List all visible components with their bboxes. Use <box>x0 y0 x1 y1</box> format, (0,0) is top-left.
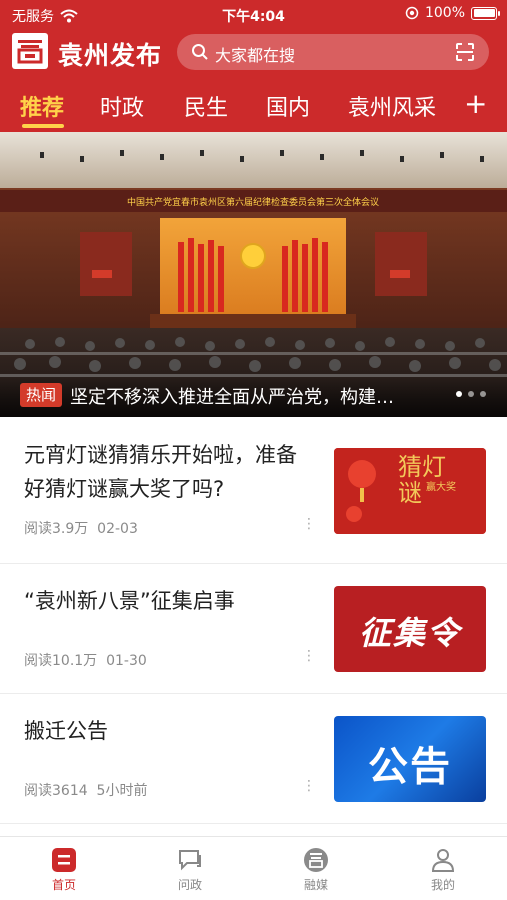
news-thumbnail[interactable]: 征集令 <box>334 586 486 672</box>
top-bar: 袁州发布 大家都在搜 <box>0 30 507 76</box>
list-item[interactable]: 搬迁公告 阅读3614 5小时前 ⋮ 公告 <box>0 694 507 824</box>
category-tabs: 推荐 时政 民生 国内 袁州风采 + <box>0 84 507 130</box>
tab-livelihood[interactable]: 民生 <box>184 90 228 122</box>
news-thumbnail[interactable]: 公告 <box>334 716 486 802</box>
banner-slide-text: 中国共产党宜春市袁州区第六届纪律检查委员会第三次全体会议 <box>127 196 379 208</box>
search-icon <box>192 44 208 60</box>
nav-label: 首页 <box>51 878 76 892</box>
app-header: 无服务 下午4:04 100% 袁州发布 大家都在搜 推荐 时政 民生 国内 袁… <box>0 0 507 132</box>
publish-date: 02-03 <box>97 521 138 537</box>
app-name: 袁州发布 <box>58 41 163 70</box>
nav-label: 融媒 <box>303 878 328 892</box>
tab-yuanzhou-scenery[interactable]: 袁州风采 <box>348 90 436 122</box>
publish-date: 5小时前 <box>96 783 148 799</box>
more-options-icon[interactable]: ⋮ <box>302 516 316 532</box>
search-bar[interactable]: 大家都在搜 <box>177 34 489 70</box>
more-options-icon[interactable]: ⋮ <box>302 778 316 794</box>
nav-label: 我的 <box>430 878 455 892</box>
news-title[interactable]: 搬迁公告 <box>24 714 314 748</box>
hot-news-badge: 热闻 <box>20 383 63 407</box>
tab-domestic[interactable]: 国内 <box>266 90 310 122</box>
banner-image: 中国共产党宜春市袁州区第六届纪律检查委员会第三次全体会议 <box>0 132 507 417</box>
read-count: 阅读3614 <box>24 783 88 799</box>
app-logo <box>12 33 48 69</box>
media-icon <box>304 848 328 872</box>
nav-label: 问政 <box>177 878 202 892</box>
carousel-indicator <box>456 391 486 397</box>
user-icon <box>431 849 455 872</box>
tab-politics[interactable]: 时政 <box>100 90 144 122</box>
hero-banner[interactable]: 中国共产党宜春市袁州区第六届纪律检查委员会第三次全体会议 热闻 坚定不移深入推进… <box>0 132 507 417</box>
tab-recommend[interactable]: 推荐 <box>20 90 64 122</box>
active-tab-indicator <box>22 124 64 128</box>
nav-ask-government[interactable]: 问政 <box>150 847 230 893</box>
search-placeholder: 大家都在搜 <box>215 46 296 65</box>
thumbnail-subtext: 赢大奖 <box>426 482 456 493</box>
news-meta: 阅读10.1万 01-30 <box>24 650 147 670</box>
thumbnail-text: 公告 <box>368 744 452 790</box>
news-meta: 阅读3.9万 02-03 <box>24 518 138 538</box>
bottom-navigation: 首页 问政 融媒 我的 <box>0 836 507 900</box>
orientation-lock-icon <box>405 6 419 20</box>
news-title[interactable]: 元宵灯谜猜猜乐开始啦，准备好猜灯谜赢大奖了吗? <box>24 438 314 506</box>
list-item[interactable]: “袁州新八景”征集启事 阅读10.1万 01-30 ⋮ 征集令 <box>0 564 507 694</box>
more-options-icon[interactable]: ⋮ <box>302 648 316 664</box>
list-item[interactable]: 元宵灯谜猜猜乐开始啦，准备好猜灯谜赢大奖了吗? 阅读3.9万 02-03 ⋮ 猜… <box>0 418 507 564</box>
scan-icon[interactable] <box>455 42 475 62</box>
home-icon <box>52 848 76 872</box>
chat-icon <box>179 850 201 871</box>
publish-date: 01-30 <box>106 653 147 669</box>
battery-percent: 100% <box>424 5 465 21</box>
news-meta: 阅读3614 5小时前 <box>24 780 147 800</box>
battery-icon <box>471 6 500 20</box>
nav-media[interactable]: 融媒 <box>276 847 356 893</box>
read-count: 阅读10.1万 <box>24 653 98 669</box>
add-tab-icon[interactable]: + <box>464 87 487 120</box>
nav-home[interactable]: 首页 <box>24 847 104 893</box>
status-bar: 无服务 下午4:04 100% <box>0 0 507 28</box>
news-title[interactable]: “袁州新八景”征集启事 <box>24 584 314 618</box>
banner-caption[interactable]: 坚定不移深入推进全面从严治党，构建… <box>70 383 440 409</box>
thumbnail-text: 征集令 <box>358 614 461 652</box>
nav-profile[interactable]: 我的 <box>403 847 483 893</box>
read-count: 阅读3.9万 <box>24 521 89 537</box>
news-thumbnail[interactable]: 猜灯谜 赢大奖 <box>334 448 486 534</box>
